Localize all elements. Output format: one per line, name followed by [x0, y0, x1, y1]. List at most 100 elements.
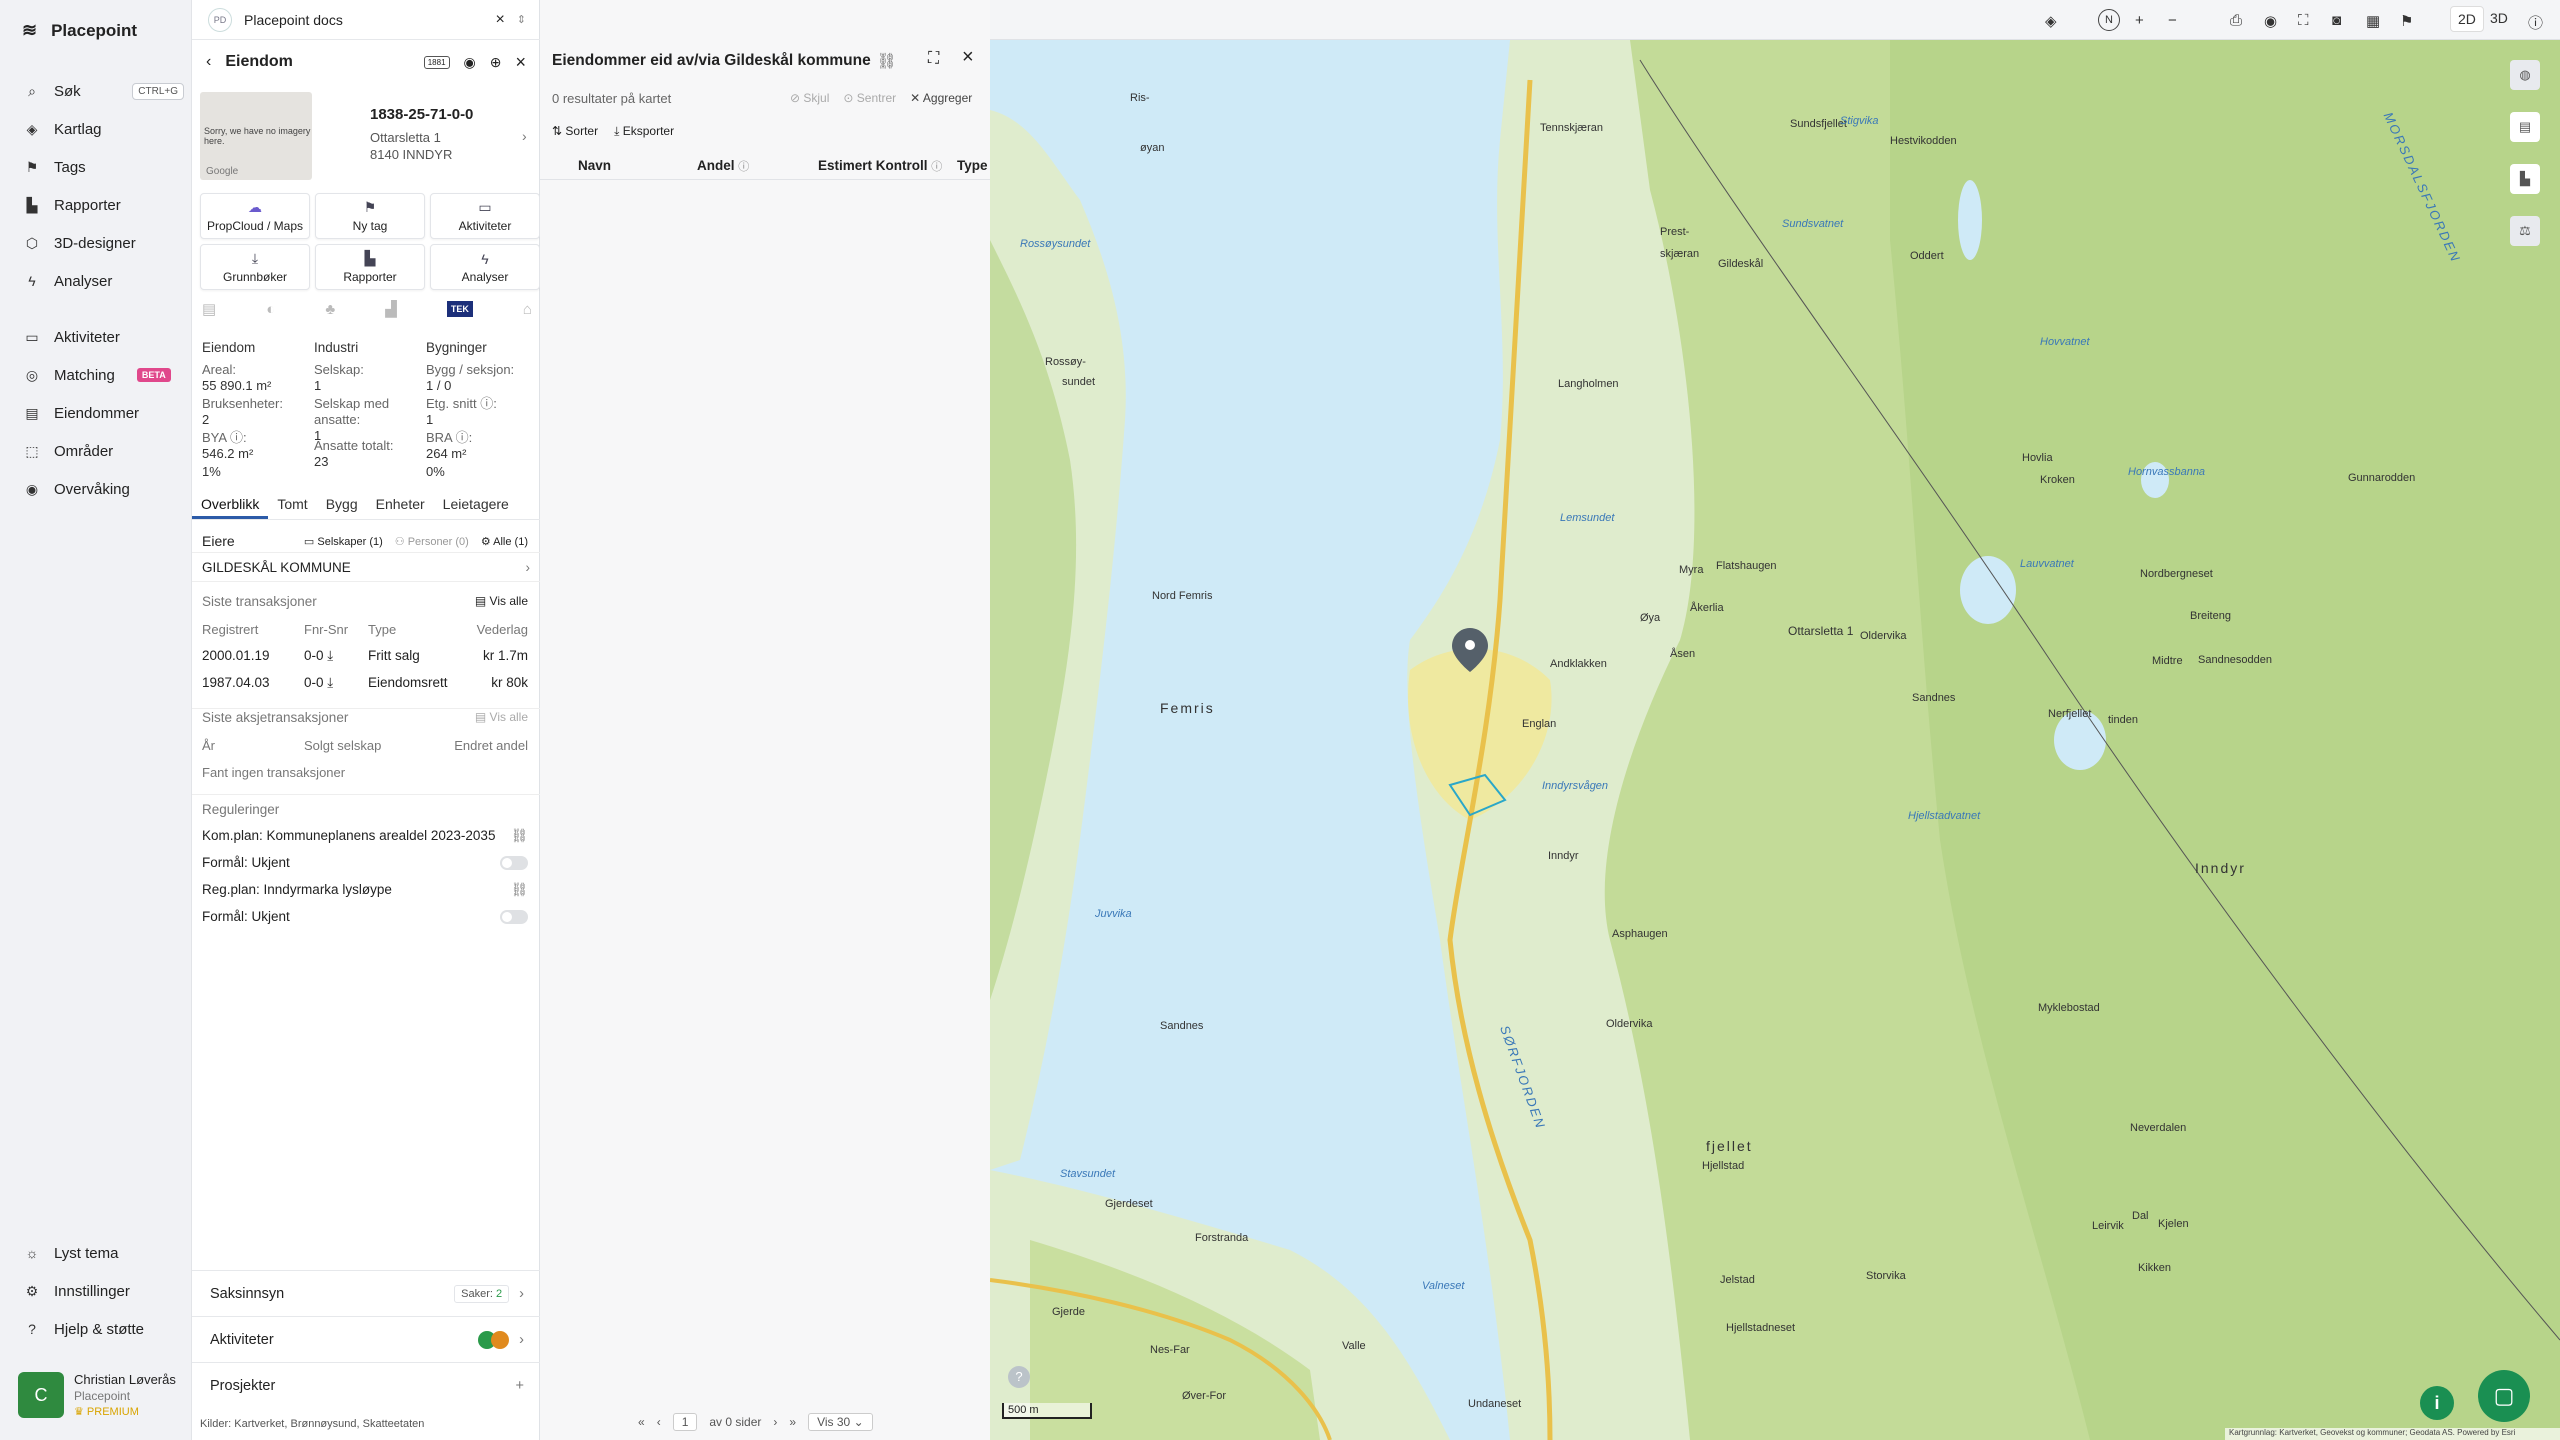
nav-item-5[interactable]: ϟ Analyser — [24, 268, 184, 294]
measure-icon[interactable]: ⚖ — [2510, 216, 2540, 246]
page-size-select[interactable]: Vis 30 ⌄ — [808, 1413, 873, 1431]
help-icon[interactable]: ? — [1008, 1366, 1030, 1388]
nav-item-3[interactable]: ▙ Rapporter — [24, 192, 184, 218]
globe-icon[interactable]: ◐ — [266, 301, 275, 318]
layers-stack-icon[interactable]: ◈ — [2045, 12, 2057, 30]
view-all-share-tx[interactable]: ▤ Vis alle — [475, 710, 528, 725]
sort-button[interactable]: ⇅ Sorter — [552, 124, 598, 139]
section-prosjekter[interactable]: Prosjekter + — [192, 1362, 540, 1408]
last-page-icon[interactable]: » — [789, 1415, 796, 1429]
chat-fab-icon[interactable]: ▢ — [2478, 1370, 2530, 1422]
nav-bottom-item-1[interactable]: ⚙ Innstillinger — [24, 1278, 184, 1304]
nav-item-2[interactable]: ⚑ Tags — [24, 154, 184, 180]
action-button-3[interactable]: ⤓ Grunnbøker — [200, 244, 310, 290]
action-button-1[interactable]: ⚑ Ny tag — [315, 193, 425, 239]
action-button-4[interactable]: ▙ Rapporter — [315, 244, 425, 290]
building-icon[interactable]: ▟ — [385, 300, 397, 318]
prev-page-icon[interactable]: ‹ — [657, 1415, 661, 1429]
stats-icon[interactable]: ▙ — [2510, 164, 2540, 194]
col-name[interactable]: Navn — [578, 158, 611, 173]
regulation-plan[interactable]: Kom.plan: Kommuneplanens arealdel 2023-2… — [202, 828, 528, 844]
purpose-toggle[interactable] — [500, 909, 528, 924]
close-icon[interactable]: × — [495, 11, 504, 29]
close-icon[interactable]: × — [962, 46, 974, 69]
tab-bygg[interactable]: Bygg — [317, 496, 367, 519]
user-profile[interactable]: C Christian Løverås Placepoint ♛ PREMIUM — [18, 1372, 176, 1420]
action-button-0[interactable]: ☁ PropCloud / Maps — [200, 193, 310, 239]
link-icon[interactable]: ⛓ — [877, 52, 897, 71]
download-icon[interactable]: ⤓ — [327, 648, 333, 663]
legend-icon[interactable]: ▤ — [2510, 112, 2540, 142]
nav-bottom-item-0[interactable]: ☼ Lyst tema — [24, 1240, 184, 1266]
camera-icon[interactable]: ◙ — [2332, 12, 2341, 29]
filter-companies[interactable]: ▭ Selskaper (1) — [304, 535, 383, 548]
export-button[interactable]: ⤓ Eksporter — [614, 124, 674, 139]
add-icon[interactable]: + — [516, 1378, 524, 1394]
tab-overblikk[interactable]: Overblikk — [192, 496, 269, 519]
view-3d-button[interactable]: 3D — [2490, 10, 2508, 26]
hide-button[interactable]: ⊘ Skjul — [790, 91, 829, 105]
filter-persons[interactable]: ⚇ Personer (0) — [395, 535, 469, 548]
nav-item-4[interactable]: ⬡ 3D-designer — [24, 230, 184, 256]
regulation-plan[interactable]: Reg.plan: Inndyrmarka lysløype ⛓ — [202, 882, 528, 898]
section-aktiviteter[interactable]: Aktiviteter › — [192, 1316, 540, 1362]
first-page-icon[interactable]: « — [638, 1415, 645, 1429]
back-icon[interactable]: ‹ — [206, 53, 211, 71]
tek-badge[interactable]: TEK — [446, 301, 473, 317]
expand-icon[interactable]: ⛶ — [928, 50, 939, 68]
eye-icon[interactable]: ◉ — [464, 54, 476, 71]
basemap-icon[interactable]: ◍ — [2510, 60, 2540, 90]
tab-tomt[interactable]: Tomt — [268, 496, 316, 519]
view-all-transactions[interactable]: ▤ Vis alle — [475, 594, 528, 609]
action-button-5[interactable]: ϟ Analyser — [430, 244, 540, 290]
col-share[interactable]: Andel ⓘ — [697, 158, 749, 174]
nav-item-8[interactable]: ▤ Eiendommer — [24, 400, 184, 426]
filter-all[interactable]: ⚙ Alle (1) — [481, 535, 528, 548]
nav-item-6[interactable]: ▭ Aktiviteter — [24, 324, 184, 350]
nav-item-7[interactable]: ◎ Matching BETA — [24, 362, 184, 388]
zoom-in-icon[interactable]: + — [2135, 12, 2144, 29]
chevron-right-icon[interactable]: › — [522, 128, 527, 144]
grid-icon[interactable]: ▦ — [2366, 12, 2380, 30]
nav-item-0[interactable]: ⌕ Søk CTRL+G — [24, 78, 184, 104]
nav-item-10[interactable]: ◉ Overvåking — [24, 476, 184, 502]
link-icon[interactable]: ⛓ — [511, 882, 528, 898]
center-button[interactable]: ⊙ Sentrer — [843, 91, 896, 105]
print-icon[interactable]: ⎙ — [2230, 12, 2242, 29]
compass-icon[interactable]: N — [2098, 9, 2120, 31]
nav-item-1[interactable]: ◈ Kartlag — [24, 116, 184, 142]
link-icon[interactable]: ⛓ — [511, 828, 528, 844]
owner-item[interactable]: GILDESKÅL KOMMUNE › — [192, 552, 540, 582]
tab-leietagere[interactable]: Leietagere — [434, 496, 518, 519]
nav-item-9[interactable]: ⬚ Områder — [24, 438, 184, 464]
1881-icon[interactable]: 1881 — [423, 55, 450, 69]
info-fab-icon[interactable]: i — [2420, 1386, 2454, 1420]
view-2d-button[interactable]: 2D — [2450, 6, 2484, 32]
doc-tab[interactable]: PD Placepoint docs × ⇕ — [192, 0, 540, 40]
street-view-thumbnail[interactable]: Sorry, we have no imagery here. Google — [200, 92, 312, 180]
purpose-toggle[interactable] — [500, 855, 528, 870]
eye-icon[interactable]: ◉ — [2264, 12, 2277, 30]
zoom-out-icon[interactable]: − — [2168, 12, 2177, 29]
fullscreen-icon[interactable]: ⛶ — [2298, 12, 2309, 29]
add-icon[interactable]: ⊕ — [490, 54, 502, 71]
register-icon[interactable]: ▤ — [202, 300, 216, 318]
download-icon[interactable]: ⤓ — [327, 675, 333, 690]
chevron-updown-icon[interactable]: ⇕ — [517, 13, 526, 26]
tab-enheter[interactable]: Enheter — [367, 496, 434, 519]
action-button-2[interactable]: ▭ Aktiviteter — [430, 193, 540, 239]
nav-bottom-item-2[interactable]: ? Hjelp & støtte — [24, 1316, 184, 1342]
industry-icon[interactable]: ♣ — [325, 301, 335, 318]
home-icon[interactable]: ⌂ — [523, 301, 532, 318]
next-page-icon[interactable]: › — [773, 1415, 777, 1429]
app-logo[interactable]: ≋ Placepoint — [22, 20, 137, 41]
map-canvas[interactable]: Ris-øyan Rossøysundet Rossøy-sundet Nord Fe… — [990, 40, 2560, 1440]
page-input[interactable]: 1 — [672, 1413, 698, 1431]
aggregate-button[interactable]: ✕ Aggreger — [910, 91, 972, 105]
bookmark-icon[interactable]: ⚑ — [2400, 12, 2413, 30]
info-icon[interactable]: ⓘ — [2528, 12, 2543, 33]
table-row[interactable]: 1987.04.03 0-0 ⤓ Eiendomsrett kr 80k — [202, 675, 528, 691]
section-saksinnsyn[interactable]: Saksinnsyn Saker: 2 › — [192, 1270, 540, 1316]
table-row[interactable]: 2000.01.19 0-0 ⤓ Fritt salg kr 1.7m — [202, 648, 528, 664]
close-icon[interactable]: × — [515, 52, 526, 73]
